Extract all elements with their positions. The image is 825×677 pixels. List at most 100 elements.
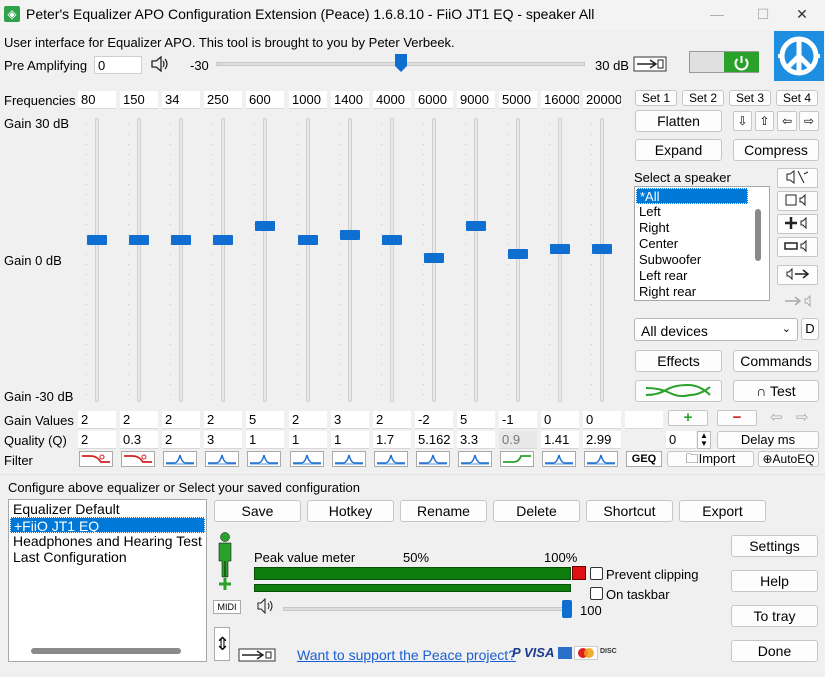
- speaker-volume-icon[interactable]: [150, 55, 170, 73]
- quality-input-5[interactable]: 1: [246, 431, 284, 449]
- gain-slider-13[interactable]: [600, 118, 604, 402]
- add-speaker-button[interactable]: [777, 214, 818, 234]
- speaker-scrollbar[interactable]: [755, 209, 761, 261]
- filter-type-peak-button[interactable]: [542, 451, 576, 467]
- gain-value-input-2[interactable]: 2: [120, 411, 158, 429]
- gain-slider-10[interactable]: [474, 118, 478, 402]
- gain-slider-thumb-12[interactable]: [550, 244, 570, 254]
- config-scrollbar[interactable]: [31, 648, 181, 654]
- gain-slider-1[interactable]: [95, 118, 99, 402]
- hotkey-config-button[interactable]: Hotkey: [307, 500, 394, 522]
- prevent-clipping-checkbox[interactable]: [590, 567, 603, 580]
- gain-slider-thumb-10[interactable]: [466, 221, 486, 231]
- filter-type-peak-button[interactable]: [584, 451, 618, 467]
- gain-slider-11[interactable]: [516, 118, 520, 402]
- delay-spinner[interactable]: ▲ ▼: [697, 431, 711, 449]
- frequency-input-11[interactable]: 5000: [499, 91, 537, 109]
- set-button-4[interactable]: Set 4: [776, 90, 818, 106]
- gain-value-input-7[interactable]: 3: [331, 411, 369, 429]
- config-list-item[interactable]: Last Configuration: [10, 549, 205, 565]
- delay-value-input[interactable]: 0: [666, 431, 696, 449]
- gain-slider-2[interactable]: [137, 118, 141, 402]
- filter-type-peak-button[interactable]: [205, 451, 239, 467]
- filter-type-peak-button[interactable]: [374, 451, 408, 467]
- export-small-icon[interactable]: [238, 648, 276, 662]
- curve-view-button[interactable]: [635, 380, 722, 402]
- midi-button[interactable]: MIDI: [213, 600, 241, 614]
- gain-slider-12[interactable]: [558, 118, 562, 402]
- volume-slider[interactable]: [283, 607, 568, 611]
- quality-input-3[interactable]: 2: [162, 431, 200, 449]
- commands-button[interactable]: Commands: [733, 350, 819, 372]
- geq-button[interactable]: GEQ: [626, 451, 662, 467]
- effects-button[interactable]: Effects: [635, 350, 722, 372]
- support-link[interactable]: Want to support the Peace project?: [297, 647, 516, 663]
- autoeq-button[interactable]: ⊕AutoEQ: [758, 451, 819, 467]
- gain-slider-thumb-2[interactable]: [129, 235, 149, 245]
- test-button[interactable]: ∩ Test: [733, 380, 819, 402]
- filter-type-peak-button[interactable]: [458, 451, 492, 467]
- speaker-list-item[interactable]: Right: [636, 220, 748, 236]
- quality-input-11[interactable]: 0.9: [499, 431, 537, 449]
- set-button-2[interactable]: Set 2: [682, 90, 724, 106]
- filter-type-peak-button[interactable]: [163, 451, 197, 467]
- remove-band-button[interactable]: −: [717, 410, 757, 426]
- gain-slider-thumb-4[interactable]: [213, 235, 233, 245]
- compress-button[interactable]: Compress: [733, 139, 819, 161]
- gain-slider-thumb-9[interactable]: [424, 253, 444, 263]
- frequency-input-12[interactable]: 16000: [541, 91, 579, 109]
- gain-value-input-8[interactable]: 2: [373, 411, 411, 429]
- quality-input-6[interactable]: 1: [289, 431, 327, 449]
- gain-value-input-6[interactable]: 2: [289, 411, 327, 429]
- help-button[interactable]: Help: [731, 570, 818, 592]
- filter-type-peak-button[interactable]: [290, 451, 324, 467]
- gain-slider-thumb-8[interactable]: [382, 235, 402, 245]
- shift-down-button[interactable]: ⇩: [733, 111, 752, 131]
- gain-slider-7[interactable]: [348, 118, 352, 402]
- filter-type-lowshelf-button[interactable]: [121, 451, 155, 467]
- gain-slider-thumb-6[interactable]: [298, 235, 318, 245]
- speaker-list-item[interactable]: Left: [636, 204, 748, 220]
- save-config-button[interactable]: Save: [214, 500, 301, 522]
- frequency-input-3[interactable]: 34: [162, 91, 200, 109]
- frequency-input-7[interactable]: 1400: [331, 91, 369, 109]
- remove-speaker-button[interactable]: [777, 237, 818, 257]
- gain-value-input-3[interactable]: 2: [162, 411, 200, 429]
- shift-right-button[interactable]: ⇨: [799, 111, 819, 131]
- gain-slider-thumb-11[interactable]: [508, 249, 528, 259]
- quality-input-8[interactable]: 1.7: [373, 431, 411, 449]
- close-button[interactable]: ✕: [779, 0, 825, 30]
- frequency-input-10[interactable]: 9000: [457, 91, 495, 109]
- filter-type-peak-button[interactable]: [247, 451, 281, 467]
- frequency-input-4[interactable]: 250: [204, 91, 242, 109]
- gain-slider-thumb-1[interactable]: [87, 235, 107, 245]
- frequency-input-2[interactable]: 150: [120, 91, 158, 109]
- gain-slider-thumb-13[interactable]: [592, 244, 612, 254]
- config-list-item[interactable]: Equalizer Default: [10, 501, 205, 517]
- gain-value-input-5[interactable]: 5: [246, 411, 284, 429]
- device-select[interactable]: All devices ⌄: [634, 318, 798, 341]
- delay-ms-button[interactable]: Delay ms: [717, 431, 819, 449]
- quality-input-13[interactable]: 2.99: [583, 431, 621, 449]
- quality-input-10[interactable]: 3.3: [457, 431, 495, 449]
- quality-input-9[interactable]: 5.162: [415, 431, 453, 449]
- speaker-box-button[interactable]: [777, 191, 818, 211]
- power-toggle[interactable]: [689, 51, 759, 73]
- frequency-input-6[interactable]: 1000: [289, 91, 327, 109]
- done-button[interactable]: Done: [731, 640, 818, 662]
- frequency-input-13[interactable]: 20000: [583, 91, 621, 109]
- import-button[interactable]: 🗀Import: [667, 451, 754, 467]
- gain-slider-thumb-3[interactable]: [171, 235, 191, 245]
- frequency-input-9[interactable]: 6000: [415, 91, 453, 109]
- speaker-listbox[interactable]: *All Left Right Center Subwoofer Left rear Rig…: [634, 186, 770, 301]
- pre-amp-input[interactable]: 0: [94, 56, 142, 74]
- config-listbox[interactable]: Equalizer Default +FiiO JT1 EQ Headphones …: [8, 499, 207, 662]
- delete-config-button[interactable]: Delete: [493, 500, 580, 522]
- settings-button[interactable]: Settings: [731, 535, 818, 557]
- speaker-list-item[interactable]: Left rear: [636, 268, 748, 284]
- config-list-item[interactable]: +FiiO JT1 EQ: [10, 517, 205, 534]
- gain-value-input-4[interactable]: 2: [204, 411, 242, 429]
- speaker-list-item[interactable]: Center: [636, 236, 748, 252]
- gain-slider-thumb-7[interactable]: [340, 230, 360, 240]
- gain-slider-5[interactable]: [263, 118, 267, 402]
